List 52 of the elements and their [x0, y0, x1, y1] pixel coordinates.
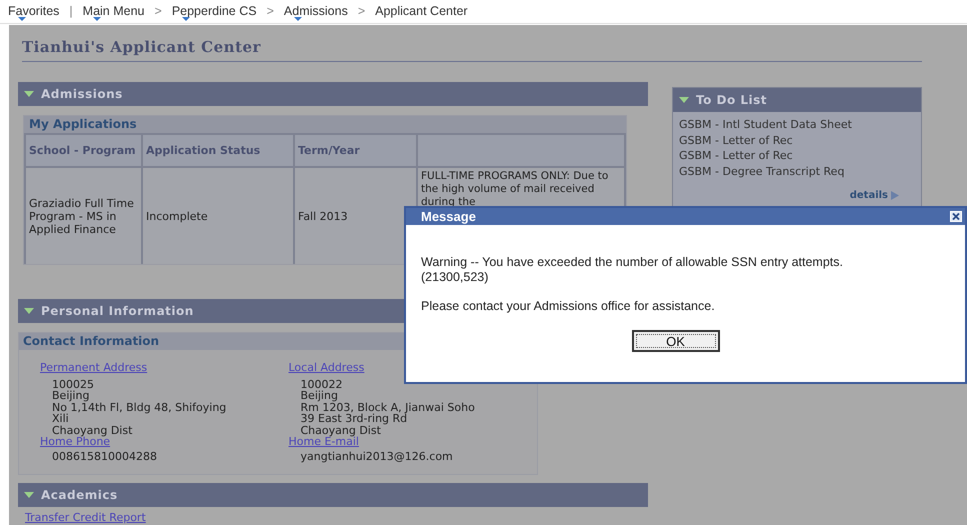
address-line: Beijing — [51, 390, 90, 402]
address-line: Beijing — [300, 390, 339, 402]
dialog-title: Message — [421, 208, 476, 226]
group-title: My Applications — [24, 116, 626, 133]
address-link[interactable]: Permanent Address — [40, 362, 148, 374]
column-header: School - Program — [25, 134, 142, 167]
breadcrumb-separator: > — [266, 3, 274, 20]
collapse-triangle-icon[interactable] — [679, 96, 689, 104]
play-arrow-icon[interactable] — [891, 191, 899, 200]
todo-item[interactable]: GSBM - Degree Transcript Req — [679, 164, 915, 179]
address-line: 39 East 3rd-ring Rd — [300, 413, 408, 424]
contact-value: 008615810004288 — [51, 450, 158, 462]
section-title: Admissions — [41, 86, 123, 103]
details-link[interactable]: details — [850, 188, 888, 203]
breadcrumb-link[interactable]: Pepperdine CS — [172, 2, 257, 21]
close-icon[interactable] — [950, 211, 962, 222]
table-cell: Incomplete — [142, 167, 294, 264]
breadcrumb-link[interactable]: Favorites — [8, 2, 60, 21]
breadcrumb-separator: > — [154, 3, 162, 20]
contact-link[interactable]: Home E-mail — [288, 436, 359, 448]
breadcrumb-separator: > — [358, 3, 366, 20]
report-link[interactable]: Transfer Credit Report — [25, 510, 146, 525]
address-line: 100022 — [300, 378, 344, 390]
breadcrumb-link[interactable]: Admissions — [284, 2, 348, 21]
collapse-triangle-icon[interactable] — [24, 308, 34, 314]
section-title: Academics — [41, 487, 118, 504]
breadcrumb-link[interactable]: Main Menu — [82, 2, 144, 21]
warning-text: (21300,523) — [421, 270, 490, 285]
column-header: Application Status — [142, 134, 294, 167]
column-header: Term/Year — [294, 134, 417, 167]
table-cell: Graziadio Full Time Program - MS in Applied Finance — [25, 167, 142, 264]
address-link[interactable]: Local Address — [288, 362, 364, 374]
collapse-triangle-icon[interactable] — [24, 492, 34, 498]
address-line: Xili — [51, 413, 70, 424]
todo-item[interactable]: GSBM - Letter of Rec — [679, 148, 915, 164]
contact-link[interactable]: Home Phone — [40, 436, 110, 448]
address-line: Rm 1203, Block A, Jianwai Soho — [300, 402, 476, 413]
todo-item[interactable]: GSBM - Intl Student Data Sheet — [679, 117, 915, 132]
instruction-text: Please contact your Admissions office for assistance. — [421, 299, 716, 314]
contact-value: yangtianhui2013@126.com — [300, 450, 454, 462]
section-title: Personal Information — [41, 303, 194, 320]
page-title: Tianhui's Applicant Center — [22, 38, 261, 56]
section-title: To Do List — [696, 92, 768, 109]
address-line: 100025 — [51, 378, 95, 390]
address-line: Chaoyang Dist — [51, 424, 134, 436]
collapse-triangle-icon[interactable] — [24, 90, 34, 98]
todo-item[interactable]: GSBM - Letter of Rec — [679, 132, 915, 148]
breadcrumb-separator: | — [69, 3, 73, 20]
address-line: No 1,14th Fl, Bldg 48, Shifoying — [51, 402, 228, 413]
breadcrumb-link[interactable]: Applicant Center — [375, 2, 468, 21]
address-line: Chaoyang Dist — [300, 424, 381, 436]
ok-button[interactable]: OK — [632, 330, 720, 352]
